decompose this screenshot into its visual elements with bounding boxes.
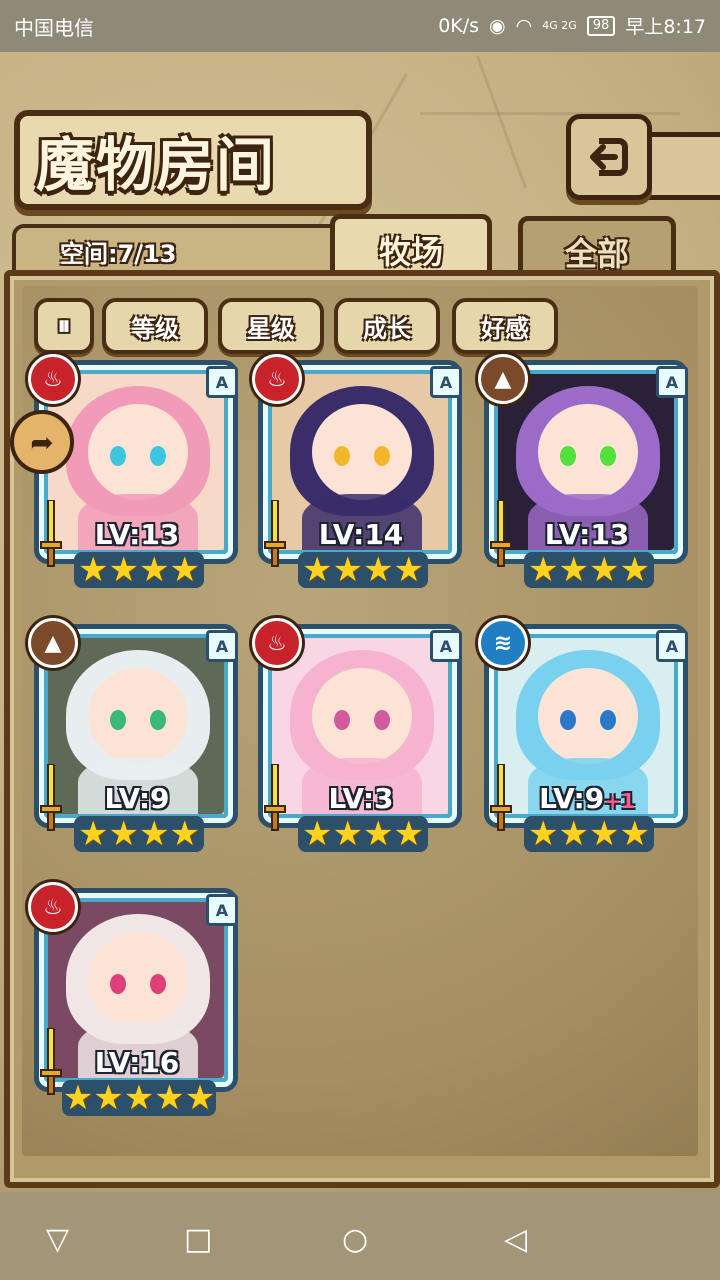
monster-level: LV:14 <box>258 518 464 551</box>
monster-level: LV:9 <box>34 782 240 815</box>
monster-card[interactable]: ▲ A LV:9 ★★★★ <box>28 618 240 852</box>
wifi-icon: ◠ <box>515 14 533 37</box>
monster-eye <box>110 974 126 994</box>
monster-eye <box>150 974 166 994</box>
element-fire-icon: ♨ <box>252 354 302 404</box>
status-right: 0K/s ◉ ◠ 4G 2G 98 早上8:17 <box>438 12 706 39</box>
monster-face <box>312 404 412 500</box>
star-rating: ★★★★★ <box>62 1078 216 1118</box>
monster-card[interactable]: ≋ A LV:9+1 ★★★★ <box>478 618 690 852</box>
level-text: LV:14 <box>318 518 404 551</box>
monster-card[interactable]: ♨ A LV:16 ★★★★★ <box>28 882 240 1116</box>
rank-badge: A <box>206 366 238 398</box>
element-earth-icon: ▲ <box>478 354 528 404</box>
monster-eye <box>374 446 390 466</box>
monster-eye <box>600 710 616 730</box>
back-rail <box>640 132 720 200</box>
level-text: LV:3 <box>328 782 394 815</box>
element-fire-icon: ♨ <box>28 882 78 932</box>
level-text: LV:9 <box>104 782 170 815</box>
monster-card[interactable]: ♨ A LV:3 ★★★★ <box>252 618 464 852</box>
monster-eye <box>560 710 576 730</box>
monster-face <box>538 668 638 764</box>
level-text: LV:13 <box>94 518 180 551</box>
star-rating: ★★★★ <box>298 816 428 852</box>
element-fire-icon: ♨ <box>28 354 78 404</box>
nav-back-chevron-icon[interactable]: ▽ <box>46 1222 69 1257</box>
pause-icon: ⏸ <box>57 310 71 341</box>
monster-level: LV:16 <box>34 1046 240 1079</box>
monster-face <box>88 668 188 764</box>
back-arrow-icon <box>590 138 628 176</box>
monster-face <box>312 668 412 764</box>
signal-label: 4G 2G <box>542 19 577 32</box>
element-water-icon: ≋ <box>478 618 528 668</box>
element-fire-icon: ♨ <box>252 618 302 668</box>
monster-eye <box>150 710 166 730</box>
arrow-icon: ➦ <box>30 425 54 459</box>
nav-prev-icon[interactable]: ◁ <box>504 1222 527 1257</box>
level-text: LV:16 <box>94 1046 180 1079</box>
monster-eye <box>600 446 616 466</box>
monster-face <box>88 932 188 1028</box>
monster-eye <box>334 446 350 466</box>
monster-level: LV:3 <box>258 782 464 815</box>
monster-level: LV:9+1 <box>484 782 690 815</box>
monster-eye <box>150 446 166 466</box>
battery-icon: 98 <box>586 15 616 36</box>
network-speed: 0K/s <box>438 14 480 37</box>
map-line <box>476 55 527 189</box>
monster-face <box>88 404 188 500</box>
rank-badge: A <box>206 630 238 662</box>
level-text: LV:9 <box>539 782 605 815</box>
nav-home-icon[interactable]: ○ <box>342 1222 368 1257</box>
star-rating: ★★★★ <box>74 816 204 852</box>
rank-badge: A <box>656 630 688 662</box>
monster-card[interactable]: ♨ A LV:14 ★★★★ <box>252 354 464 588</box>
filter-toggle-button[interactable]: ⏸ <box>34 298 94 354</box>
monster-face <box>538 404 638 500</box>
monster-eye <box>374 710 390 730</box>
level-text: LV:13 <box>544 518 630 551</box>
monster-level: LV:13 <box>34 518 240 551</box>
star-rating: ★★★★ <box>524 816 654 852</box>
nav-recent-icon[interactable]: □ <box>184 1222 212 1257</box>
page-title: 魔物房间 <box>36 131 277 199</box>
filter-level-button[interactable]: 等级 <box>102 298 208 354</box>
monster-card[interactable]: ♨ A LV:13 ★★★★ <box>28 354 240 588</box>
clock: 早上8:17 <box>625 16 706 38</box>
monster-eye <box>110 710 126 730</box>
rank-badge: A <box>656 366 688 398</box>
monster-eye <box>334 710 350 730</box>
filter-affection-button[interactable]: 好感 <box>452 298 558 354</box>
rank-badge: A <box>430 630 462 662</box>
level-plus: +1 <box>604 789 635 813</box>
rank-badge: A <box>430 366 462 398</box>
monster-card[interactable]: ▲ A LV:13 ★★★★ <box>478 354 690 588</box>
eye-icon: ◉ <box>489 14 506 37</box>
star-rating: ★★★★ <box>298 552 428 588</box>
rank-badge: A <box>206 894 238 926</box>
monster-level: LV:13 <box>484 518 690 551</box>
filter-star-button[interactable]: 星级 <box>218 298 324 354</box>
monster-eye <box>110 446 126 466</box>
carrier-label: 中国电信 <box>14 16 94 40</box>
star-rating: ★★★★ <box>74 552 204 588</box>
element-earth-icon: ▲ <box>28 618 78 668</box>
status-bar: 中国电信 0K/s ◉ ◠ 4G 2G 98 早上8:17 <box>0 0 720 52</box>
back-button[interactable] <box>566 114 652 200</box>
space-counter: 空间:7/13 <box>60 240 177 268</box>
side-arrow-button[interactable]: ➦ <box>10 410 74 474</box>
monster-eye <box>560 446 576 466</box>
filter-growth-button[interactable]: 成长 <box>334 298 440 354</box>
star-rating: ★★★★ <box>524 552 654 588</box>
